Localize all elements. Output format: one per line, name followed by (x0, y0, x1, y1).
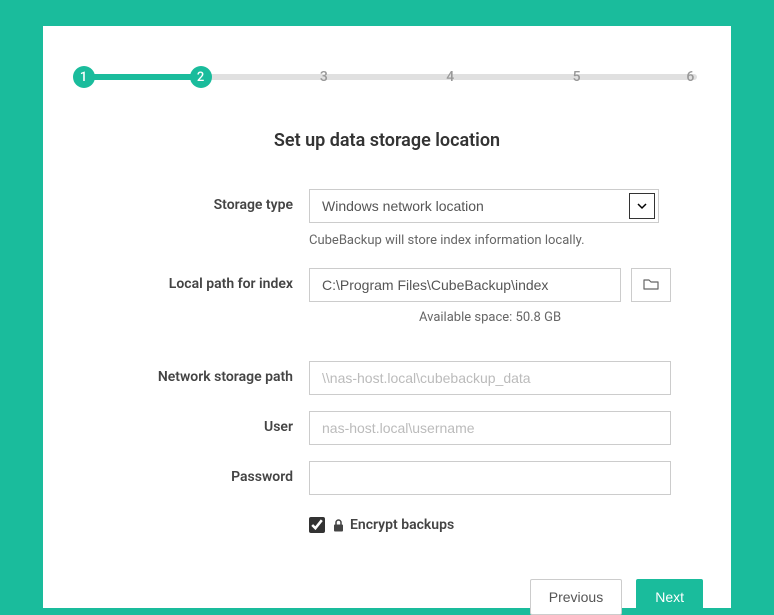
previous-button[interactable]: Previous (530, 579, 622, 615)
step-4: 4 (439, 66, 461, 88)
page-title: Set up data storage location (71, 130, 703, 151)
step-3: 3 (313, 66, 335, 88)
storage-hint: CubeBackup will store index information … (309, 233, 703, 248)
password-input[interactable] (309, 461, 671, 495)
step-1: 1 (73, 66, 95, 88)
password-label: Password (71, 461, 309, 485)
user-label: User (71, 411, 309, 435)
network-path-input[interactable] (309, 361, 671, 395)
available-space: Available space: 50.8 GB (309, 310, 671, 325)
user-input[interactable] (309, 411, 671, 445)
step-6: 6 (679, 66, 701, 88)
encrypt-checkbox[interactable] (309, 517, 325, 533)
storage-type-select[interactable] (309, 189, 659, 223)
step-5: 5 (566, 66, 588, 88)
step-2: 2 (190, 66, 212, 88)
local-path-label: Local path for index (71, 268, 309, 292)
setup-panel: 1 2 3 4 5 6 Set up data storage location… (43, 26, 731, 608)
network-path-label: Network storage path (71, 361, 309, 385)
encrypt-label[interactable]: Encrypt backups (333, 517, 454, 533)
browse-button[interactable] (631, 268, 671, 302)
stepper-track-fill (77, 74, 203, 80)
next-button[interactable]: Next (636, 579, 703, 615)
folder-icon (643, 277, 659, 294)
encrypt-text: Encrypt backups (350, 517, 454, 533)
storage-type-label: Storage type (71, 189, 309, 213)
local-path-input[interactable] (309, 268, 621, 302)
lock-icon (333, 519, 344, 532)
progress-stepper: 1 2 3 4 5 6 (71, 66, 703, 90)
